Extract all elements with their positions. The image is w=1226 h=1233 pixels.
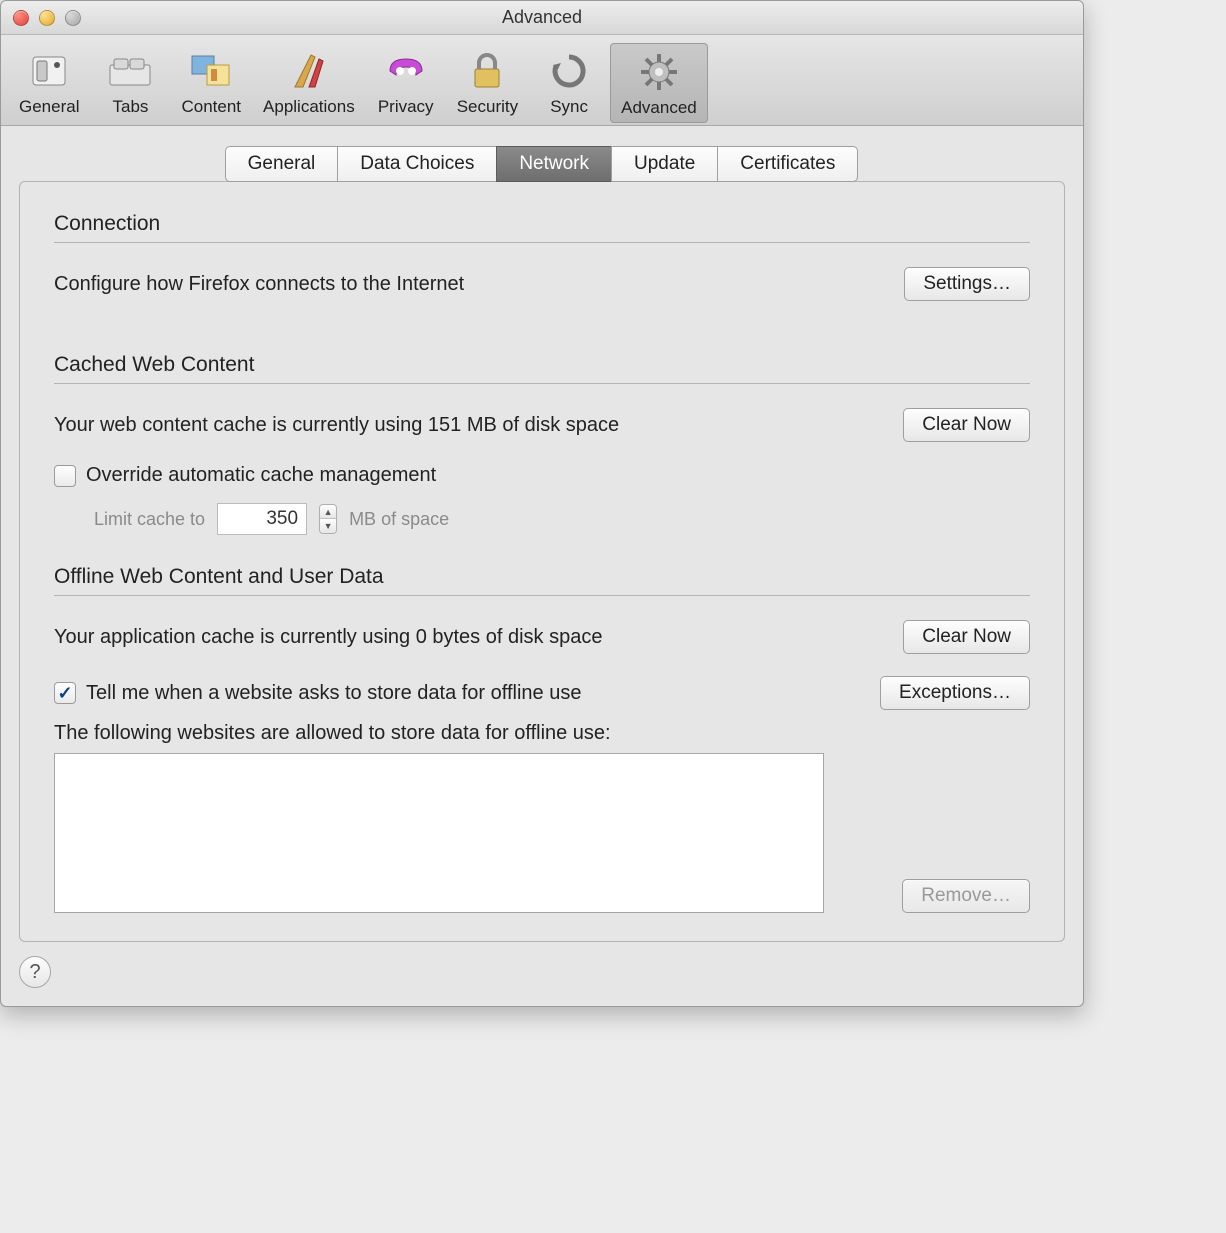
offline-sites-listbox[interactable] bbox=[54, 753, 824, 913]
gear-icon bbox=[635, 48, 683, 96]
toolbar-sync[interactable]: Sync bbox=[530, 43, 608, 123]
switch-icon bbox=[25, 47, 73, 95]
limit-suffix-label: MB of space bbox=[349, 509, 449, 530]
cache-clear-button[interactable]: Clear Now bbox=[903, 408, 1030, 442]
divider bbox=[54, 595, 1030, 596]
offline-clear-button[interactable]: Clear Now bbox=[903, 620, 1030, 654]
applications-icon bbox=[285, 47, 333, 95]
override-cache-checkbox[interactable] bbox=[54, 465, 76, 487]
stepper-up-icon[interactable]: ▲ bbox=[320, 505, 336, 519]
toolbar-label: General bbox=[19, 97, 79, 117]
toolbar-label: Applications bbox=[263, 97, 355, 117]
tab-update[interactable]: Update bbox=[611, 146, 718, 182]
divider bbox=[54, 242, 1030, 243]
offline-usage-text: Your application cache is currently usin… bbox=[54, 626, 602, 649]
preferences-window: Advanced General Tabs Content Applicatio… bbox=[0, 0, 1084, 1007]
toolbar-security[interactable]: Security bbox=[447, 43, 528, 123]
limit-prefix-label: Limit cache to bbox=[94, 509, 205, 530]
toolbar-label: Sync bbox=[550, 97, 588, 117]
stepper-down-icon[interactable]: ▼ bbox=[320, 519, 336, 533]
toolbar-label: Tabs bbox=[113, 97, 149, 117]
tab-data-choices[interactable]: Data Choices bbox=[337, 146, 497, 182]
network-panel: Connection Configure how Firefox connect… bbox=[19, 181, 1065, 942]
titlebar: Advanced bbox=[1, 1, 1083, 35]
toolbar-applications[interactable]: Applications bbox=[253, 43, 365, 123]
offline-list-label: The following websites are allowed to st… bbox=[54, 722, 1030, 745]
sync-icon bbox=[545, 47, 593, 95]
window-title: Advanced bbox=[1, 7, 1083, 28]
cache-usage-text: Your web content cache is currently usin… bbox=[54, 414, 619, 437]
toolbar-label: Security bbox=[457, 97, 518, 117]
privacy-icon bbox=[382, 47, 430, 95]
toolbar-label: Privacy bbox=[378, 97, 434, 117]
offline-exceptions-button[interactable]: Exceptions… bbox=[880, 676, 1030, 710]
toolbar-label: Advanced bbox=[621, 98, 697, 118]
cache-limit-input[interactable] bbox=[217, 503, 307, 535]
toolbar-content[interactable]: Content bbox=[171, 43, 251, 123]
offline-remove-button[interactable]: Remove… bbox=[902, 879, 1030, 913]
connection-heading: Connection bbox=[54, 212, 1030, 236]
security-icon bbox=[463, 47, 511, 95]
tabs-icon bbox=[106, 47, 154, 95]
tab-general[interactable]: General bbox=[225, 146, 339, 182]
cache-limit-stepper[interactable]: ▲ ▼ bbox=[319, 504, 337, 534]
offline-notify-label: Tell me when a website asks to store dat… bbox=[86, 682, 581, 705]
divider bbox=[54, 383, 1030, 384]
cache-limit-row: Limit cache to ▲ ▼ MB of space bbox=[94, 503, 1030, 535]
toolbar-label: Content bbox=[181, 97, 241, 117]
toolbar-general[interactable]: General bbox=[9, 43, 89, 123]
override-cache-label: Override automatic cache management bbox=[86, 464, 436, 487]
connection-settings-button[interactable]: Settings… bbox=[904, 267, 1030, 301]
content-area: General Data Choices Network Update Cert… bbox=[1, 126, 1083, 1006]
toolbar-privacy[interactable]: Privacy bbox=[367, 43, 445, 123]
content-icon bbox=[187, 47, 235, 95]
tab-network[interactable]: Network bbox=[496, 146, 612, 182]
toolbar-tabs[interactable]: Tabs bbox=[91, 43, 169, 123]
offline-heading: Offline Web Content and User Data bbox=[54, 565, 1030, 589]
offline-notify-checkbox[interactable] bbox=[54, 682, 76, 704]
cache-heading: Cached Web Content bbox=[54, 353, 1030, 377]
preferences-toolbar: General Tabs Content Applications Privac… bbox=[1, 35, 1083, 126]
toolbar-advanced[interactable]: Advanced bbox=[610, 43, 708, 123]
help-button[interactable]: ? bbox=[19, 956, 51, 988]
advanced-subtabs: General Data Choices Network Update Cert… bbox=[19, 146, 1065, 182]
tab-certificates[interactable]: Certificates bbox=[717, 146, 858, 182]
connection-description: Configure how Firefox connects to the In… bbox=[54, 273, 464, 296]
